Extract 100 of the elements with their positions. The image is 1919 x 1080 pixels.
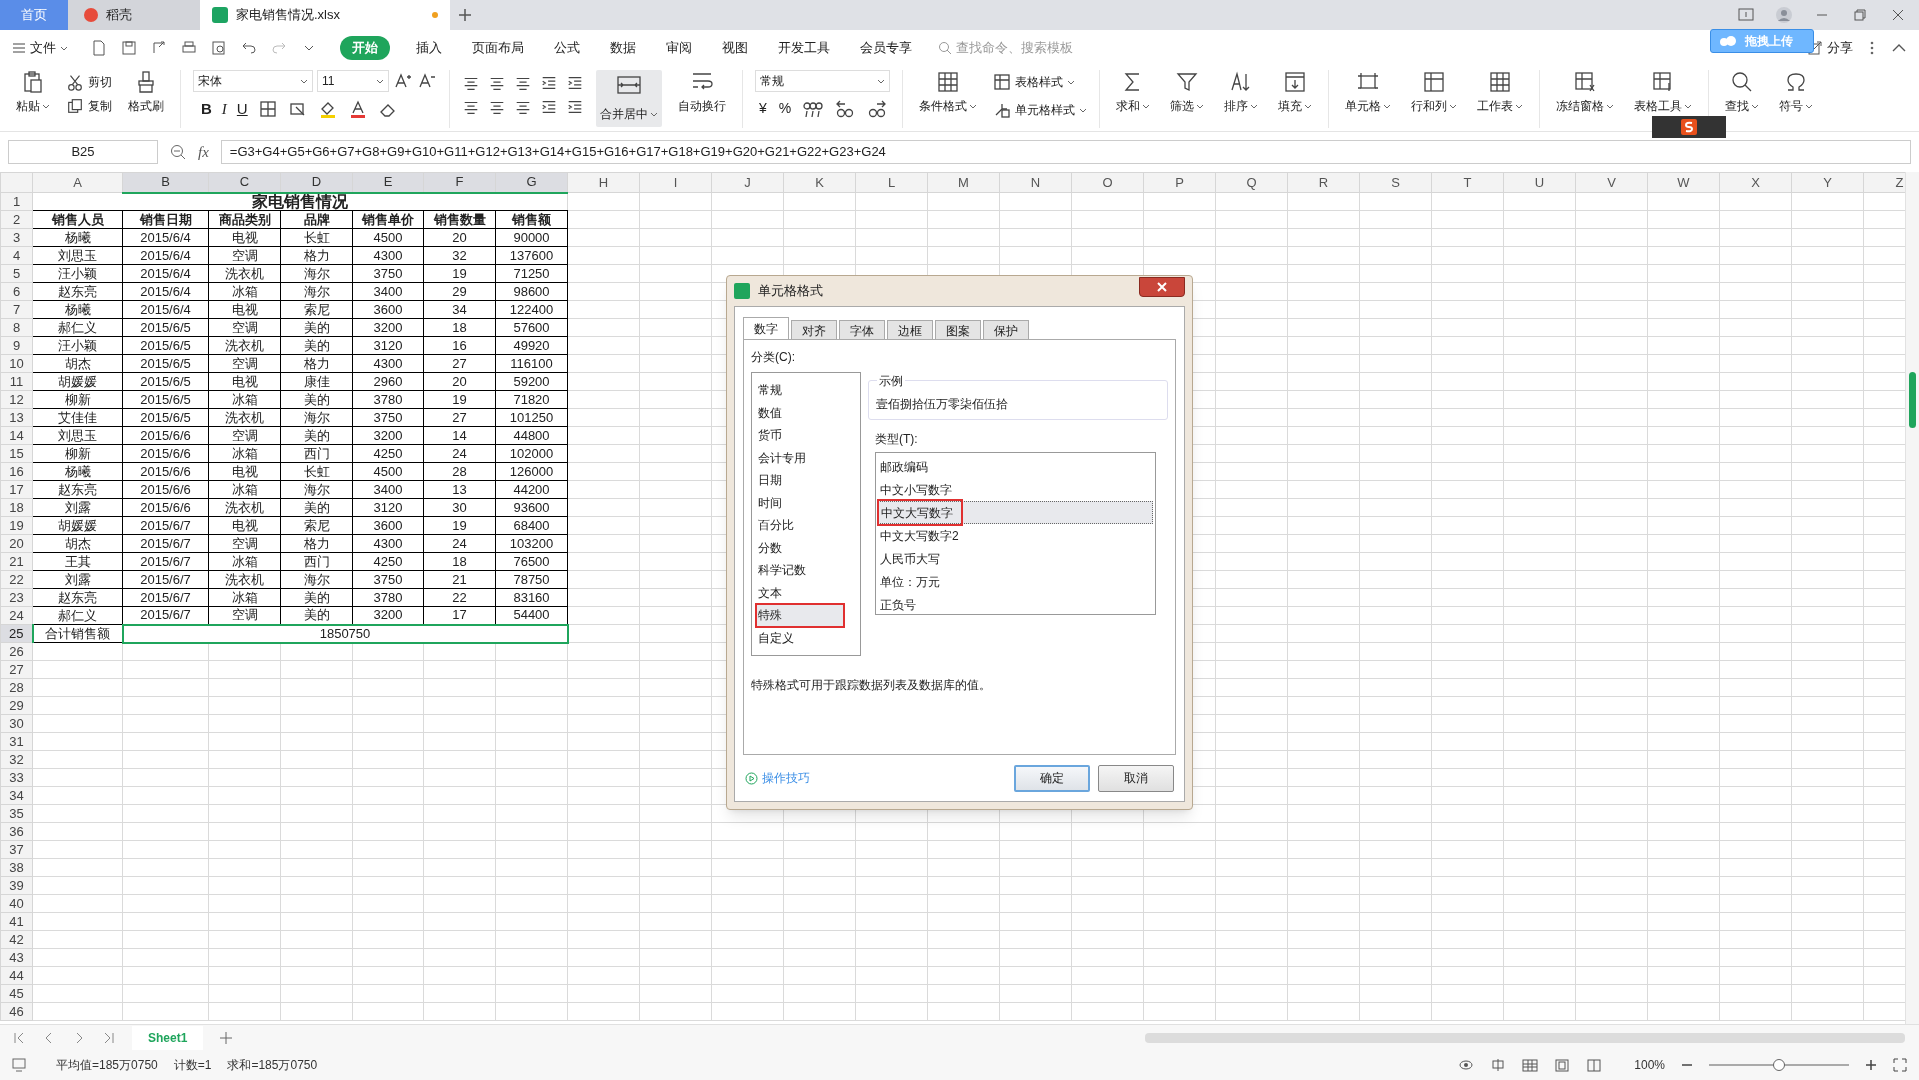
- column-header[interactable]: H: [567, 172, 640, 193]
- font-size-field[interactable]: 11: [317, 70, 389, 92]
- column-header[interactable]: K: [783, 172, 856, 193]
- ribbon-tab[interactable]: 数据: [606, 38, 640, 58]
- first-sheet-icon[interactable]: [12, 1030, 26, 1045]
- dialog-tab[interactable]: 边框: [887, 320, 933, 340]
- column-header[interactable]: Y: [1791, 172, 1864, 193]
- column-header[interactable]: A: [32, 172, 123, 193]
- zoom-icon[interactable]: [170, 144, 186, 160]
- ribbon-button[interactable]: 填充: [1274, 70, 1316, 115]
- number-format-field[interactable]: 常规: [755, 70, 890, 92]
- column-header[interactable]: L: [855, 172, 928, 193]
- column-header[interactable]: B: [122, 172, 209, 193]
- ribbon-button[interactable]: 排序: [1220, 70, 1262, 115]
- column-header[interactable]: T: [1431, 172, 1504, 193]
- ribbon-button[interactable]: 冻结窗格: [1552, 70, 1618, 115]
- ribbon-tab[interactable]: 会员专享: [856, 38, 916, 58]
- more-icon[interactable]: [1869, 40, 1875, 56]
- column-header[interactable]: G: [495, 172, 568, 193]
- list-item[interactable]: 科学记数: [756, 559, 856, 582]
- ribbon-button[interactable]: 自动换行: [674, 70, 730, 115]
- horizontal-scrollbar[interactable]: [1145, 1032, 1905, 1043]
- tab[interactable]: 家电销售情况.xlsx: [200, 0, 450, 30]
- column-header[interactable]: U: [1503, 172, 1576, 193]
- name-box[interactable]: B25: [8, 140, 158, 164]
- column-header[interactable]: Z: [1863, 172, 1905, 193]
- column-header[interactable]: C: [208, 172, 281, 193]
- list-item[interactable]: 数值: [756, 401, 856, 424]
- list-item[interactable]: 邮政编码: [878, 455, 1153, 478]
- list-item[interactable]: 自定义: [756, 626, 856, 649]
- list-item[interactable]: 中文大写数字: [878, 501, 1153, 524]
- page-layout-icon[interactable]: [1554, 1057, 1571, 1073]
- tab[interactable]: 稻壳: [68, 0, 200, 30]
- ribbon-button[interactable]: 剪切: [66, 70, 112, 94]
- column-header[interactable]: D: [280, 172, 353, 193]
- column-header[interactable]: J: [711, 172, 784, 193]
- fullscreen-icon[interactable]: [1893, 1058, 1907, 1072]
- list-item[interactable]: 会计专用: [756, 446, 856, 469]
- ribbon-button[interactable]: 表格工具: [1630, 70, 1696, 115]
- restore-icon[interactable]: [1851, 6, 1869, 24]
- ribbon-tab[interactable]: 插入: [412, 38, 446, 58]
- ok-button[interactable]: 确定: [1014, 764, 1090, 792]
- view-icon[interactable]: [1737, 6, 1755, 24]
- preview-icon[interactable]: [210, 39, 228, 57]
- ribbon-button[interactable]: 求和: [1112, 70, 1154, 115]
- column-header[interactable]: E: [352, 172, 424, 193]
- ribbon-button[interactable]: 格式刷: [124, 70, 168, 115]
- column-header[interactable]: P: [1143, 172, 1216, 193]
- ribbon-button[interactable]: 行和列: [1407, 70, 1461, 115]
- list-item[interactable]: 特殊: [756, 604, 844, 627]
- close-button[interactable]: [1139, 277, 1185, 297]
- function-button[interactable]: fx: [198, 140, 209, 164]
- zoom-in-icon[interactable]: [1865, 1059, 1877, 1071]
- ribbon-button[interactable]: 表格样式: [993, 70, 1087, 94]
- ribbon-button[interactable]: 复制: [66, 94, 112, 118]
- italic-button[interactable]: I: [221, 98, 227, 121]
- page-break-icon[interactable]: [1586, 1057, 1603, 1073]
- list-item[interactable]: 日期: [756, 469, 856, 492]
- list-item[interactable]: 时间: [756, 491, 856, 514]
- ribbon-button[interactable]: 查找: [1721, 70, 1763, 115]
- zoom-level[interactable]: 100%: [1634, 1056, 1665, 1074]
- column-header[interactable]: Q: [1215, 172, 1288, 193]
- last-sheet-icon[interactable]: [102, 1030, 116, 1045]
- ribbon-tab[interactable]: 开发工具: [774, 38, 834, 58]
- font-name-field[interactable]: 宋体: [193, 70, 313, 92]
- eye-icon[interactable]: [1458, 1057, 1475, 1073]
- list-item[interactable]: 人民币大写: [878, 547, 1153, 570]
- column-header[interactable]: M: [927, 172, 1000, 193]
- list-item[interactable]: 分数: [756, 536, 856, 559]
- scrollbar-thumb[interactable]: [1909, 372, 1916, 428]
- ribbon-button[interactable]: 符号: [1775, 70, 1817, 115]
- cancel-button[interactable]: 取消: [1098, 764, 1174, 792]
- input-mode-icon[interactable]: [1490, 1057, 1507, 1073]
- list-item[interactable]: 文本: [756, 581, 856, 604]
- ribbon-button[interactable]: 单元格样式: [993, 98, 1087, 122]
- selected-cell[interactable]: 1850750: [122, 624, 568, 643]
- new-file-icon[interactable]: [90, 39, 108, 57]
- list-item[interactable]: 单位：万元: [878, 570, 1153, 593]
- macro-icon[interactable]: [12, 1058, 28, 1072]
- column-header[interactable]: R: [1287, 172, 1360, 193]
- percent-button[interactable]: %: [778, 98, 792, 119]
- column-header[interactable]: S: [1359, 172, 1432, 193]
- ribbon-tab[interactable]: 页面布局: [468, 38, 528, 58]
- column-header[interactable]: X: [1719, 172, 1792, 193]
- underline-button[interactable]: U: [236, 98, 248, 121]
- zoom-slider-thumb[interactable]: [1773, 1059, 1785, 1071]
- list-item[interactable]: 正负号: [878, 593, 1153, 616]
- list-item[interactable]: 百分比: [756, 514, 856, 537]
- formula-field[interactable]: =G3+G4+G5+G6+G7+G8+G9+G10+G11+G12+G13+G14+G15+G16+G17+G18+G19+G20+G21+G22+G23+G24: [220, 140, 1911, 164]
- ribbon-button[interactable]: 条件格式: [915, 70, 981, 115]
- column-header[interactable]: N: [999, 172, 1072, 193]
- normal-view-icon[interactable]: [1522, 1057, 1539, 1073]
- dialog-tab[interactable]: 保护: [983, 320, 1029, 340]
- dialog-tab[interactable]: 图案: [935, 320, 981, 340]
- file-menu[interactable]: 文件: [12, 38, 68, 58]
- column-header[interactable]: F: [423, 172, 496, 193]
- type-list[interactable]: 邮政编码 中文小写数字 中文大写数字 中文大写数字2 人民币大写 单位：万元 正负号: [875, 452, 1156, 615]
- category-list[interactable]: 常规 数值 货币 会计专用 日期 时间 百分比 分数 科学记数 文本 特殊 自定义: [751, 372, 861, 656]
- ribbon-button[interactable]: 粘贴: [12, 70, 54, 115]
- column-header[interactable]: O: [1071, 172, 1144, 193]
